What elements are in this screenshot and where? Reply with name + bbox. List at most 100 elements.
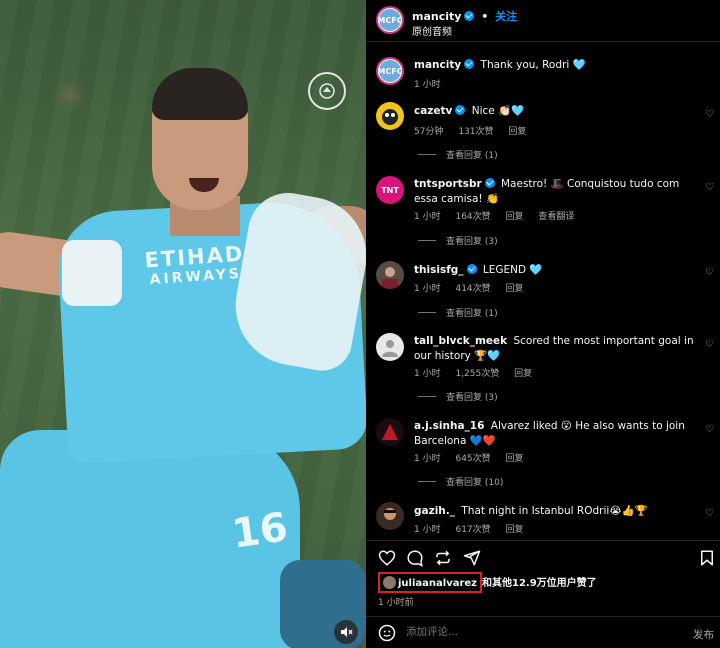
comment-avatar[interactable] [376, 261, 404, 289]
comment-username[interactable]: tntsportsbr [414, 178, 482, 190]
comment-item: cazetv Nice 👏🏻🩵 57分钟 131次赞 回复 ♡ 查看回复 (1) [366, 100, 720, 165]
save-bookmark-icon[interactable] [698, 549, 716, 567]
share-icon[interactable] [463, 549, 481, 567]
repost-icon[interactable] [434, 549, 452, 567]
liker-avatar[interactable] [383, 576, 396, 589]
comment-item: thisisfg_ LEGEND 🩵 1 小时 414次赞 回复 ♡ 查看回复 … [366, 259, 720, 321]
comment-likes[interactable]: 164次赞 [455, 212, 490, 222]
comment-time: 57分钟 [414, 127, 444, 137]
comment-text-row: tall_blvck_meek Scored the most importan… [414, 334, 696, 364]
liker-username[interactable]: juliaanalvarez [398, 578, 477, 589]
view-replies-button[interactable]: 查看回复 (3) [418, 234, 498, 247]
comment-text-row: tntsportsbr Maestro! 🎩 Conquistou tudo c… [414, 177, 696, 207]
follow-button[interactable]: 关注 [495, 10, 517, 23]
comment-time: 1 小时 [414, 454, 441, 464]
comment-text: Nice 👏🏻🩵 [471, 105, 525, 117]
comment-likes[interactable]: 617次赞 [455, 525, 490, 535]
mancity-avatar[interactable]: MCFC [376, 6, 404, 34]
comment-meta: 1 小时 617次赞 回复 [414, 522, 536, 535]
comment-item: a.j.sinha_16 Alvarez liked 😮 He also wan… [366, 416, 720, 492]
header-username[interactable]: mancity [412, 10, 461, 23]
comment-item: gazih._ That night in Istanbul ROdrii😭👍🏆… [366, 500, 720, 538]
comment-text: LEGEND 🩵 [482, 264, 543, 276]
comment-text: That night in Istanbul ROdrii😭👍🏆 [461, 505, 648, 517]
like-heart-icon[interactable]: ♡ [705, 424, 714, 435]
mute-icon[interactable] [334, 620, 358, 644]
comment-meta: 57分钟 131次赞 回复 [414, 124, 538, 137]
audio-link[interactable]: 原创音频 [412, 23, 452, 38]
comment-username[interactable]: gazih._ [414, 505, 455, 517]
comment-avatar[interactable] [376, 102, 404, 130]
comment-item: TNT tntsportsbr Maestro! 🎩 Conquistou tu… [366, 174, 720, 254]
shirt-number: 16 [229, 504, 291, 558]
video-player[interactable]: ETIHAD AIRWAYS 16 [0, 0, 366, 648]
comment-meta: 1 小时 414次赞 回复 [414, 281, 536, 294]
like-heart-icon[interactable]: ♡ [705, 109, 714, 120]
posted-time: 1 小时前 [378, 598, 414, 608]
verified-badge-icon [466, 264, 477, 274]
comment-item: tall_blvck_meek Scored the most importan… [366, 331, 720, 409]
comment-time: 1 小时 [414, 525, 441, 535]
comment-avatar[interactable]: TNT [376, 176, 404, 204]
post-comment-button[interactable]: 发布 [693, 627, 714, 642]
comment-input[interactable] [406, 626, 646, 638]
comment-likes[interactable]: 131次赞 [458, 127, 493, 137]
comment-avatar[interactable] [376, 502, 404, 530]
comment-avatar[interactable] [376, 418, 404, 446]
action-bar [366, 540, 720, 572]
reply-button[interactable]: 回复 [506, 212, 524, 222]
caption-username[interactable]: mancity [414, 59, 461, 71]
reply-button[interactable]: 回复 [506, 454, 524, 464]
comment-text-row: thisisfg_ LEGEND 🩵 [414, 263, 696, 278]
comment-likes[interactable]: 645次赞 [455, 454, 490, 464]
caption: MCFC mancity Thank you, Rodri 🩵 1 小时 [366, 55, 720, 95]
likes-summary: juliaanalvarez 和其他12.9万位用户赞了 [378, 572, 597, 593]
comment-username[interactable]: a.j.sinha_16 [414, 420, 484, 432]
caption-text: Thank you, Rodri 🩵 [480, 59, 586, 71]
comments-panel: MCFC mancity • 关注 原创音频 MCFC mancity Than… [366, 0, 720, 648]
reply-button[interactable]: 回复 [506, 525, 524, 535]
like-heart-icon[interactable]: ♡ [705, 508, 714, 519]
caption-time: 1 小时 [414, 80, 441, 90]
comment-meta: 1 小时 645次赞 回复 [414, 451, 536, 464]
comment-time: 1 小时 [414, 369, 441, 379]
like-icon[interactable] [378, 549, 396, 567]
club-watermark-icon [308, 72, 346, 110]
comment-text-row: a.j.sinha_16 Alvarez liked 😮 He also wan… [414, 419, 696, 449]
caption-avatar[interactable]: MCFC [376, 57, 404, 85]
view-replies-button[interactable]: 查看回复 (10) [418, 475, 503, 488]
post-header: MCFC mancity • 关注 原创音频 [366, 0, 720, 42]
header-username-row: mancity • 关注 [412, 8, 517, 24]
comment-time: 1 小时 [414, 212, 441, 222]
comment-text-row: gazih._ That night in Istanbul ROdrii😭👍🏆 [414, 504, 696, 519]
translate-button[interactable]: 查看翻译 [538, 212, 574, 222]
like-heart-icon[interactable]: ♡ [705, 182, 714, 193]
reply-button[interactable]: 回复 [514, 369, 532, 379]
likes-count-text[interactable]: 和其他12.9万位用户赞了 [482, 578, 597, 589]
reply-button[interactable]: 回复 [508, 127, 526, 137]
emoji-icon[interactable] [378, 624, 396, 642]
comment-meta: 1 小时 164次赞 回复 查看翻译 [414, 209, 586, 222]
comment-username[interactable]: thisisfg_ [414, 264, 464, 276]
comment-meta: 1 小时 1,255次赞 回复 [414, 366, 544, 379]
comment-text-row: cazetv Nice 👏🏻🩵 [414, 104, 696, 119]
player-sleeve-left [62, 240, 122, 306]
comment-username[interactable]: tall_blvck_meek [414, 335, 507, 347]
comment-likes[interactable]: 1,255次赞 [455, 369, 499, 379]
comment-time: 1 小时 [414, 284, 441, 294]
verified-badge-icon [464, 59, 475, 69]
comment-likes[interactable]: 414次赞 [455, 284, 490, 294]
view-replies-button[interactable]: 查看回复 (3) [418, 390, 498, 403]
view-replies-button[interactable]: 查看回复 (1) [418, 306, 498, 319]
reply-button[interactable]: 回复 [506, 284, 524, 294]
verified-badge-icon [484, 178, 495, 188]
comment-avatar[interactable] [376, 333, 404, 361]
comment-username[interactable]: cazetv [414, 105, 452, 117]
view-replies-button[interactable]: 查看回复 (1) [418, 148, 498, 161]
verified-badge-icon [464, 11, 475, 21]
comment-icon[interactable] [406, 549, 424, 567]
pitch-debris [60, 90, 80, 100]
like-heart-icon[interactable]: ♡ [705, 267, 714, 278]
like-heart-icon[interactable]: ♡ [705, 339, 714, 350]
verified-badge-icon [455, 105, 466, 115]
